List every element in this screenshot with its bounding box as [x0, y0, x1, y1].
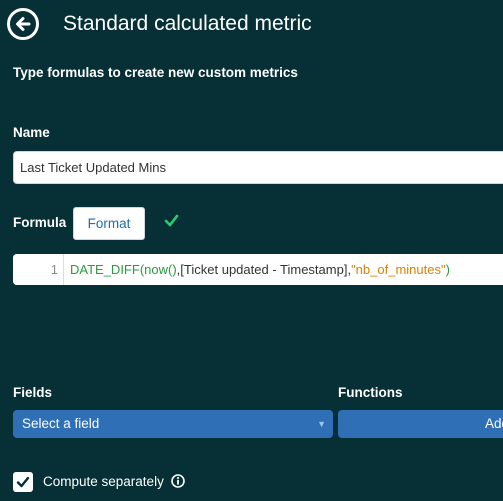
info-circle-icon[interactable] — [171, 474, 185, 488]
page-title: Standard calculated metric — [63, 12, 312, 35]
line-number: 1 — [13, 254, 64, 285]
formula-editor[interactable]: 1 DATE_DIFF(now(),[Ticket updated - Time… — [13, 254, 503, 285]
code-string: "nb_of_minutes" — [351, 262, 446, 277]
caret-down-icon: ▼ — [317, 419, 326, 429]
check-icon — [164, 214, 179, 227]
field-select-label: Select a field — [22, 416, 100, 431]
fields-label: Fields — [13, 385, 53, 400]
name-label: Name — [13, 125, 50, 140]
intro-text: Type formulas to create new custom metri… — [13, 65, 298, 80]
compute-separately-label: Compute separately — [43, 474, 164, 489]
code-function-now: now() — [144, 262, 177, 277]
checkmark-icon — [16, 476, 30, 488]
format-button[interactable]: Format — [73, 207, 145, 240]
name-field[interactable] — [13, 151, 503, 184]
code-close: ) — [445, 262, 450, 277]
functions-label: Functions — [338, 385, 403, 400]
formula-code: DATE_DIFF(now(),[Ticket updated - Timest… — [70, 254, 450, 285]
formula-label: Formula — [13, 215, 67, 230]
back-button[interactable] — [7, 8, 39, 40]
code-function: DATE_DIFF( — [70, 262, 145, 277]
code-field: [Ticket updated - Timestamp] — [180, 262, 348, 277]
arrow-left-circle-icon — [16, 17, 31, 31]
add-function-button[interactable]: Add — [338, 410, 503, 438]
field-select[interactable]: Select a field ▼ — [13, 410, 333, 438]
compute-separately-checkbox[interactable] — [13, 472, 33, 492]
